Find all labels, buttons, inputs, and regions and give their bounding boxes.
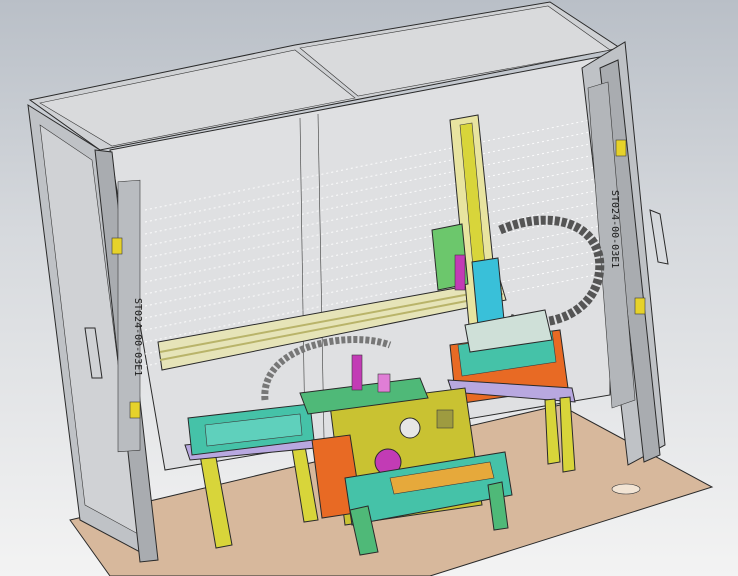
center-machine-magenta-post bbox=[351, 354, 363, 391]
right-door-handle[interactable] bbox=[649, 209, 669, 265]
center-machine-pink-block bbox=[377, 373, 391, 393]
center-machine-wheel bbox=[399, 417, 421, 439]
right-door-hinge-bottom bbox=[634, 297, 646, 315]
cad-viewport[interactable]: ST024-00-03E1 ST024-00-03E1 bbox=[0, 0, 738, 576]
z-axis-magenta-bracket bbox=[454, 254, 466, 291]
right-tray-leg-right bbox=[559, 396, 576, 473]
z-axis-carriage bbox=[471, 257, 505, 327]
left-door-part-label: ST024-00-03E1 bbox=[132, 298, 143, 376]
cad-model-canvas: ST024-00-03E1 ST024-00-03E1 bbox=[27, 1, 714, 576]
center-machine-gear bbox=[436, 409, 454, 429]
left-door-hinge-top bbox=[111, 237, 123, 255]
right-door-hinge-top bbox=[615, 139, 627, 157]
base-plate-hole bbox=[611, 483, 641, 495]
right-door-part-label: ST024-00-03E1 bbox=[609, 190, 620, 268]
left-door-hinge-bottom bbox=[129, 401, 141, 419]
